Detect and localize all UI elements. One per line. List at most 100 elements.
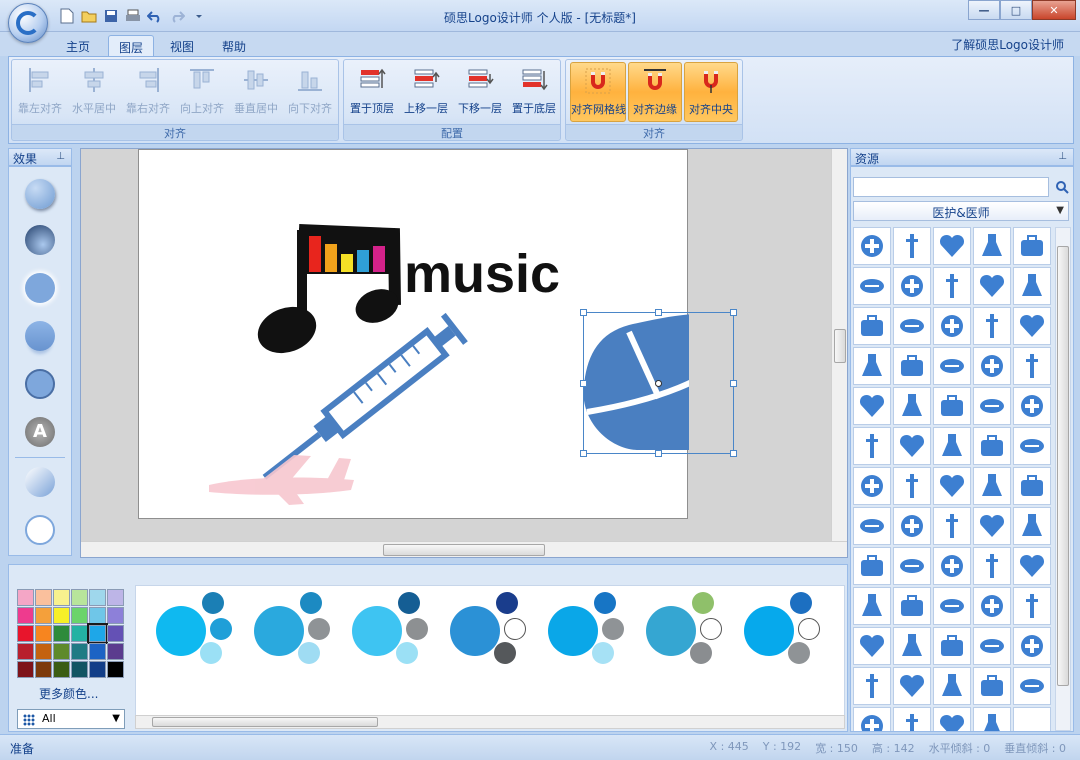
resize-handle-nw[interactable] <box>580 309 587 316</box>
resource-item[interactable] <box>933 427 971 465</box>
tab-layer[interactable]: 图层 <box>108 35 155 56</box>
resource-item[interactable] <box>933 547 971 585</box>
resource-item[interactable] <box>853 347 891 385</box>
close-button[interactable]: ✕ <box>1032 0 1076 20</box>
resource-item[interactable] <box>853 667 891 705</box>
resource-item[interactable] <box>893 427 931 465</box>
color-scheme[interactable] <box>352 586 442 706</box>
resource-item[interactable] <box>893 347 931 385</box>
color-swatch[interactable] <box>71 589 88 606</box>
maximize-button[interactable]: □ <box>1000 0 1032 20</box>
align-right-button[interactable]: 靠右对齐 <box>122 62 174 122</box>
color-scheme[interactable] <box>156 586 246 706</box>
resize-handle-sw[interactable] <box>580 450 587 457</box>
resource-item[interactable] <box>933 227 971 265</box>
color-swatch[interactable] <box>107 661 124 678</box>
color-swatch[interactable] <box>53 589 70 606</box>
resource-item[interactable] <box>1013 307 1051 345</box>
color-swatch[interactable] <box>87 623 108 644</box>
resource-item[interactable] <box>973 627 1011 665</box>
resource-item[interactable] <box>1013 547 1051 585</box>
effect-none[interactable] <box>25 515 55 545</box>
color-swatch[interactable] <box>17 625 34 642</box>
color-swatch[interactable] <box>35 661 52 678</box>
canvas-hscroll-thumb[interactable] <box>383 544 545 556</box>
resource-item[interactable] <box>893 307 931 345</box>
resize-handle-se[interactable] <box>730 450 737 457</box>
tab-view[interactable]: 视图 <box>160 35 204 56</box>
resource-item[interactable] <box>973 667 1011 705</box>
design-page[interactable]: music <box>138 149 742 519</box>
color-scheme[interactable] <box>548 586 638 706</box>
resource-item[interactable] <box>933 627 971 665</box>
resource-item[interactable] <box>973 227 1011 265</box>
color-swatch[interactable] <box>107 589 124 606</box>
align-bottom-button[interactable]: 向下对齐 <box>284 62 336 122</box>
resource-item[interactable] <box>1013 227 1051 265</box>
resource-item[interactable] <box>1013 507 1051 545</box>
resource-item[interactable] <box>973 507 1011 545</box>
color-swatch[interactable] <box>53 607 70 624</box>
snap-to-edge-button[interactable]: 对齐边缘 <box>628 62 682 122</box>
resource-item[interactable] <box>933 347 971 385</box>
search-icon[interactable] <box>1053 178 1071 196</box>
resource-category-select[interactable]: 医护&医师 ▼ <box>853 201 1069 221</box>
effect-gradient[interactable] <box>25 467 55 497</box>
resource-item[interactable] <box>933 267 971 305</box>
color-scheme[interactable] <box>744 586 834 706</box>
resource-item[interactable] <box>893 227 931 265</box>
resource-item[interactable] <box>973 707 1011 731</box>
resource-item[interactable] <box>933 387 971 425</box>
resource-item[interactable] <box>973 267 1011 305</box>
resource-item[interactable] <box>853 227 891 265</box>
effect-text-icon[interactable]: A <box>25 417 55 447</box>
snap-to-center-button[interactable]: 对齐中央 <box>684 62 738 122</box>
resize-handle-w[interactable] <box>580 380 587 387</box>
color-swatch[interactable] <box>71 607 88 624</box>
color-swatch[interactable] <box>35 643 52 660</box>
resource-item[interactable] <box>893 547 931 585</box>
resource-item[interactable] <box>1013 427 1051 465</box>
resource-item[interactable] <box>853 707 891 731</box>
color-swatch[interactable] <box>89 661 106 678</box>
resource-item[interactable] <box>973 467 1011 505</box>
color-scheme[interactable] <box>450 586 540 706</box>
design-canvas-area[interactable]: music <box>80 148 848 558</box>
resource-item[interactable] <box>853 507 891 545</box>
color-swatch[interactable] <box>107 607 124 624</box>
resource-item[interactable] <box>1013 267 1051 305</box>
resource-item[interactable] <box>933 667 971 705</box>
resource-item[interactable] <box>973 307 1011 345</box>
color-filter-select[interactable]: All ▼ <box>17 709 125 729</box>
resource-item[interactable] <box>853 307 891 345</box>
pin-icon[interactable]: ⊥ <box>56 151 65 162</box>
resources-scroll-thumb[interactable] <box>1057 246 1069 686</box>
resource-item[interactable] <box>893 387 931 425</box>
resource-item[interactable] <box>853 467 891 505</box>
canvas-vertical-scrollbar[interactable] <box>831 149 847 543</box>
resource-item[interactable] <box>1013 667 1051 705</box>
selection-box[interactable] <box>580 309 737 457</box>
resize-handle-ne[interactable] <box>730 309 737 316</box>
pin-icon[interactable]: ⊥ <box>1058 151 1067 162</box>
resource-item[interactable] <box>1013 387 1051 425</box>
effect-shadow[interactable] <box>25 179 55 209</box>
resource-item[interactable] <box>1013 627 1051 665</box>
resource-item[interactable] <box>853 547 891 585</box>
snap-to-grid-button[interactable]: 对齐网格线 <box>570 62 626 122</box>
resource-item[interactable] <box>853 627 891 665</box>
color-scheme[interactable] <box>254 586 344 706</box>
resource-search-input[interactable] <box>853 177 1049 197</box>
resource-item[interactable] <box>893 267 931 305</box>
color-swatch[interactable] <box>71 661 88 678</box>
tab-home[interactable]: 主页 <box>56 35 100 56</box>
color-swatch[interactable] <box>17 643 34 660</box>
effect-inner-shadow[interactable] <box>25 225 55 255</box>
resource-item[interactable] <box>933 507 971 545</box>
color-scheme[interactable] <box>646 586 736 706</box>
color-swatch[interactable] <box>107 625 124 642</box>
resource-item[interactable] <box>853 427 891 465</box>
resource-item[interactable] <box>933 707 971 731</box>
schemes-scrollbar[interactable] <box>135 715 845 729</box>
canvas-vscroll-thumb[interactable] <box>834 329 846 363</box>
